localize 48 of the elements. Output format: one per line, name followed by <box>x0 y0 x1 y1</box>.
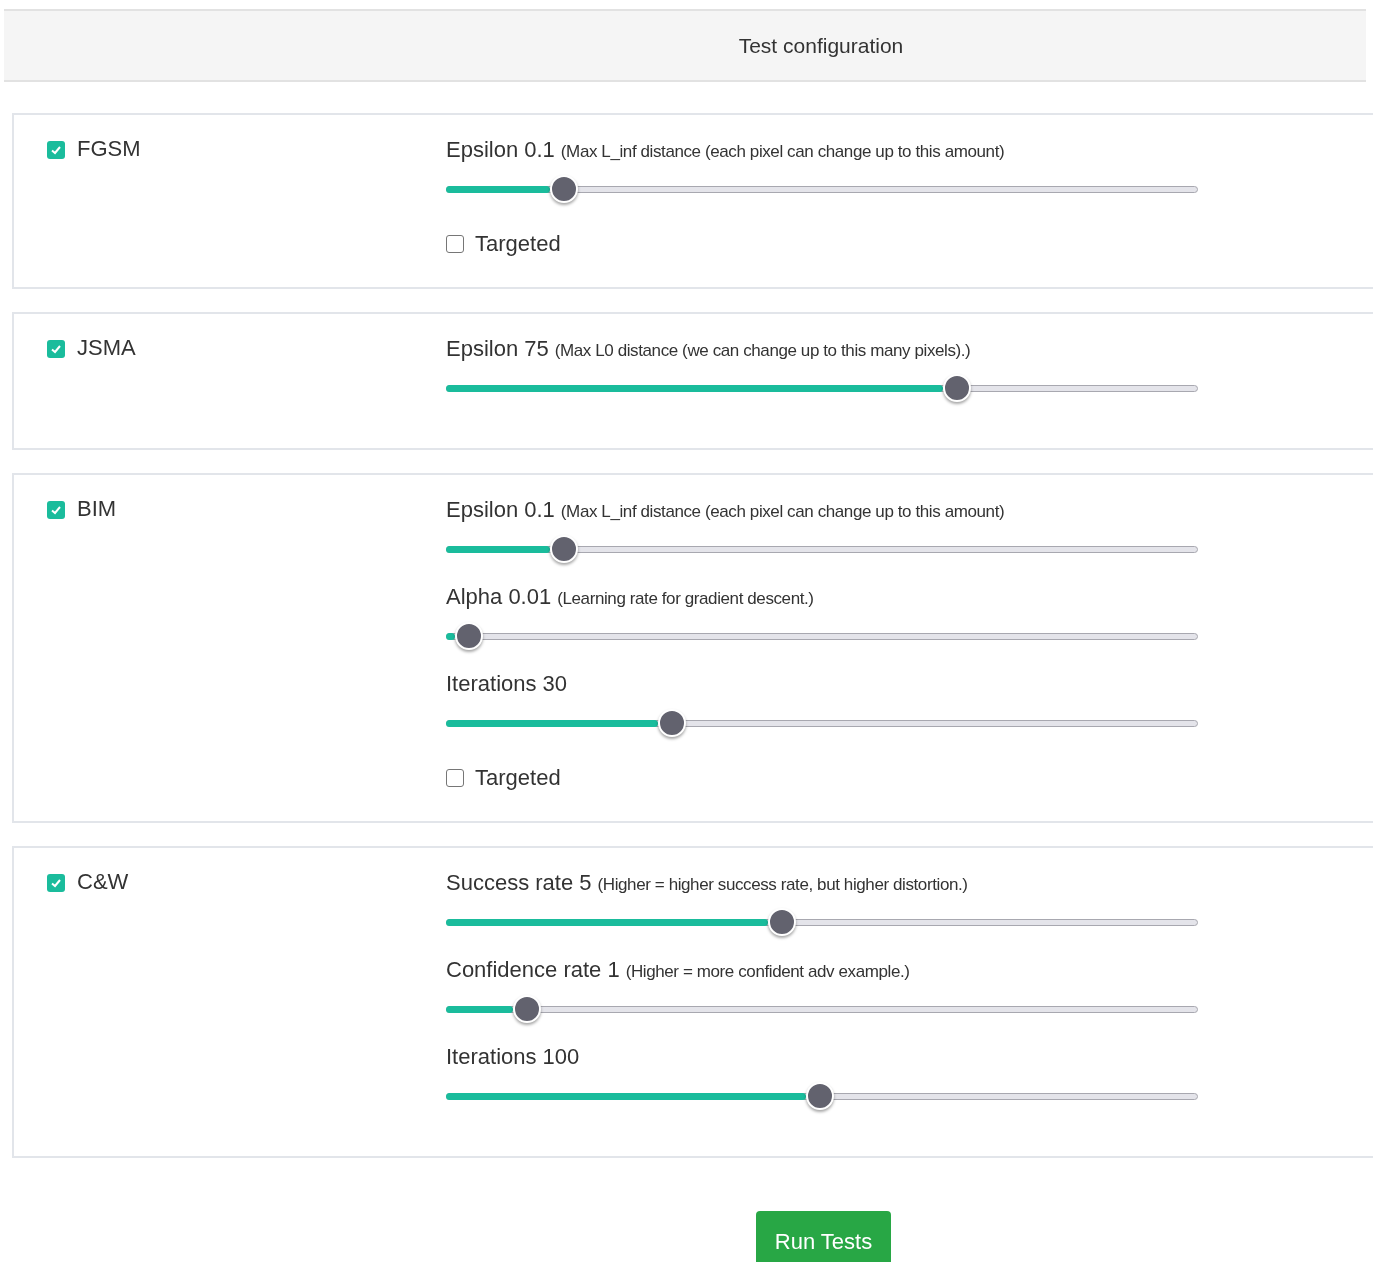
param-label: Alpha 0.01 <box>446 583 552 611</box>
check-icon <box>50 504 62 516</box>
slider-thumb[interactable] <box>454 622 483 650</box>
param-label: Iterations 30 <box>446 670 568 698</box>
attack-name: C&W <box>77 869 129 895</box>
checkbox[interactable] <box>446 234 464 253</box>
param-label: Epsilon 0.1 <box>446 496 555 524</box>
slider[interactable] <box>446 622 1198 650</box>
param-description: (Max L_inf distance (each pixel can change up to this amount) <box>560 501 1005 523</box>
check-icon <box>50 144 62 156</box>
run-tests-button[interactable]: Run Tests <box>755 1211 892 1262</box>
param-label: Epsilon 75 <box>446 335 549 363</box>
check-icon <box>50 343 62 355</box>
slider-thumb[interactable] <box>550 175 579 203</box>
slider-thumb[interactable] <box>805 1082 834 1110</box>
check-icon <box>50 877 62 889</box>
slider-thumb[interactable] <box>768 908 797 936</box>
param-description: (Higher = more confident adv example.) <box>625 961 910 983</box>
targeted-label: Targeted <box>475 764 561 792</box>
slider-thumb[interactable] <box>943 374 972 402</box>
param-label: Success rate 5 <box>446 869 592 897</box>
slider[interactable] <box>446 995 1198 1023</box>
param-label: Confidence rate 1 <box>446 956 620 984</box>
checkbox[interactable] <box>446 768 464 787</box>
slider-thumb[interactable] <box>657 709 686 737</box>
checkbox[interactable] <box>47 874 65 892</box>
targeted-label: Targeted <box>475 230 561 258</box>
param-description: (Max L_inf distance (each pixel can change up to this amount) <box>560 141 1005 163</box>
slider[interactable] <box>446 709 1198 737</box>
param-label: Iterations 100 <box>446 1043 580 1071</box>
attack-name: BIM <box>77 496 117 522</box>
slider[interactable] <box>446 908 1198 936</box>
checkbox[interactable] <box>47 340 65 358</box>
attack-name: FGSM <box>77 136 141 162</box>
slider[interactable] <box>446 175 1198 203</box>
slider[interactable] <box>446 374 1198 402</box>
slider-thumb[interactable] <box>550 535 579 563</box>
checkbox[interactable] <box>47 501 65 519</box>
param-description: (Higher = higher success rate, but higher distortion.) <box>597 874 968 896</box>
slider[interactable] <box>446 1082 1198 1110</box>
param-description: (Learning rate for gradient descent.) <box>557 588 814 610</box>
slider[interactable] <box>446 535 1198 563</box>
param-label: Epsilon 0.1 <box>446 136 555 164</box>
param-description: (Max L0 distance (we can change up to this many pixels).) <box>554 340 971 362</box>
checkbox[interactable] <box>47 141 65 159</box>
attack-name: JSMA <box>77 335 136 361</box>
slider-thumb[interactable] <box>513 995 542 1023</box>
page-title: Test configuration <box>738 32 904 59</box>
